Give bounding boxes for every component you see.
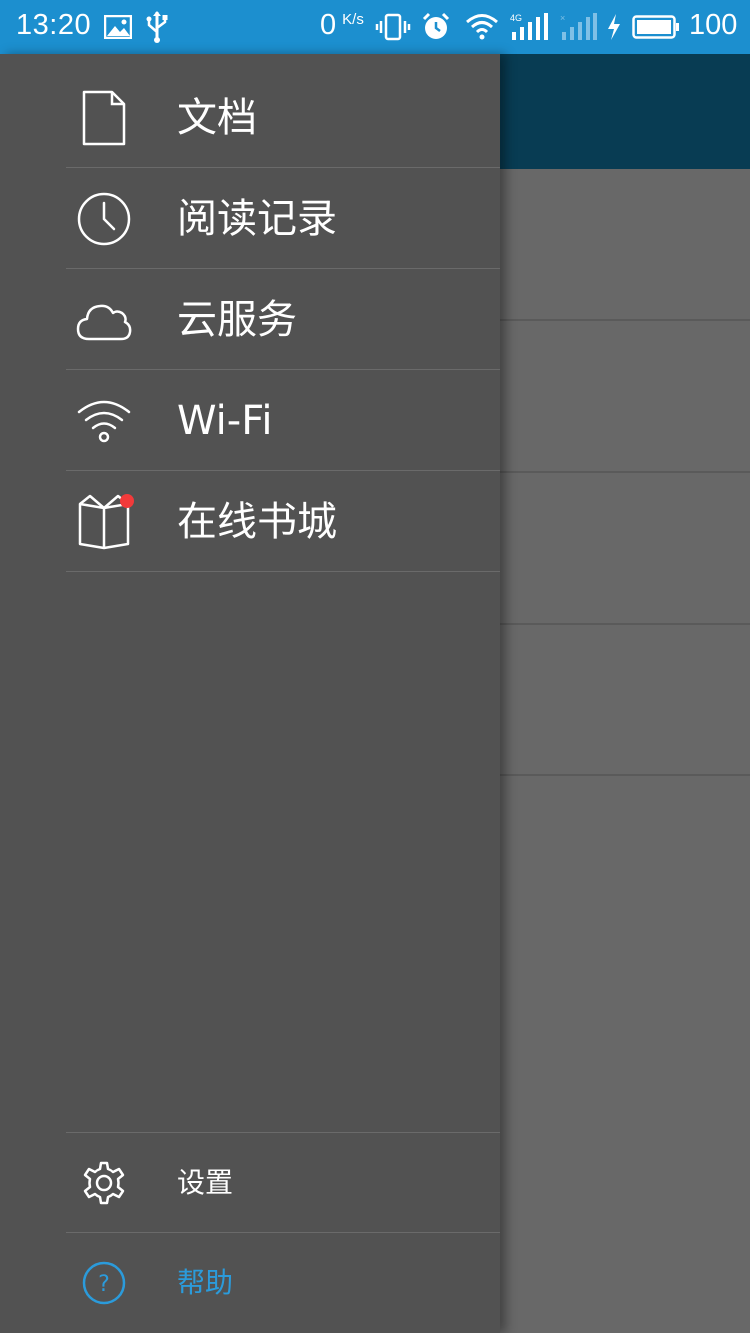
divider xyxy=(66,167,500,168)
drawer-item-label: 设置 xyxy=(177,1166,234,1199)
list-divider xyxy=(500,471,750,473)
drawer-item-label: Wi-Fi xyxy=(177,398,273,444)
wifi-icon xyxy=(72,393,136,449)
drawer-item-label: 云服务 xyxy=(177,297,297,343)
list-divider xyxy=(500,319,750,321)
navigation-drawer: 文档 阅读记录 云服务 Wi-Fi 在线书城 设置 ? 帮助 xyxy=(0,54,500,1333)
drawer-item-reading-history[interactable]: 阅读记录 xyxy=(0,169,500,269)
svg-text:?: ? xyxy=(98,1272,110,1297)
usb-icon xyxy=(146,0,168,54)
drawer-item-online-bookstore[interactable]: 在线书城 xyxy=(0,472,500,572)
image-icon xyxy=(104,0,132,54)
drawer-item-label: 在线书城 xyxy=(177,499,337,545)
help-circle-icon: ? xyxy=(72,1255,136,1311)
net-speed-unit: K/s xyxy=(342,11,364,28)
divider xyxy=(66,369,500,370)
drawer-item-label: 阅读记录 xyxy=(177,196,337,242)
wifi-icon xyxy=(465,0,499,54)
drawer-item-label: 帮助 xyxy=(177,1266,234,1299)
signal-no-sim-icon: × xyxy=(560,0,598,54)
list-divider xyxy=(500,774,750,776)
list-divider xyxy=(500,623,750,625)
drawer-item-help[interactable]: ? 帮助 xyxy=(0,1233,500,1333)
drawer-item-wifi[interactable]: Wi-Fi xyxy=(0,371,500,471)
alarm-icon xyxy=(421,0,451,54)
drawer-item-label: 文档 xyxy=(177,95,257,141)
divider xyxy=(66,268,500,269)
net-speed: 0 K/s xyxy=(320,9,364,42)
status-time: 13:20 xyxy=(16,9,92,41)
charging-icon xyxy=(606,0,622,54)
drawer-item-documents[interactable]: 文档 xyxy=(0,68,500,168)
notification-badge xyxy=(120,494,134,508)
vibrate-icon xyxy=(375,0,411,54)
battery-level: 100 xyxy=(689,9,738,41)
svg-text:4G: 4G xyxy=(510,13,522,23)
status-bar: 13:20 0 K/s 4G × 100 xyxy=(0,0,750,54)
divider xyxy=(66,470,500,471)
divider xyxy=(66,571,500,572)
cloud-icon xyxy=(72,292,136,348)
drawer-item-settings[interactable]: 设置 xyxy=(0,1133,500,1233)
signal-4g-icon: 4G xyxy=(510,0,550,54)
clock-icon xyxy=(72,191,136,247)
battery-icon xyxy=(632,0,680,54)
document-icon xyxy=(72,90,136,146)
gear-icon xyxy=(72,1155,136,1211)
svg-text:×: × xyxy=(560,13,565,23)
net-speed-value: 0 xyxy=(320,9,337,41)
drawer-item-cloud-service[interactable]: 云服务 xyxy=(0,270,500,370)
